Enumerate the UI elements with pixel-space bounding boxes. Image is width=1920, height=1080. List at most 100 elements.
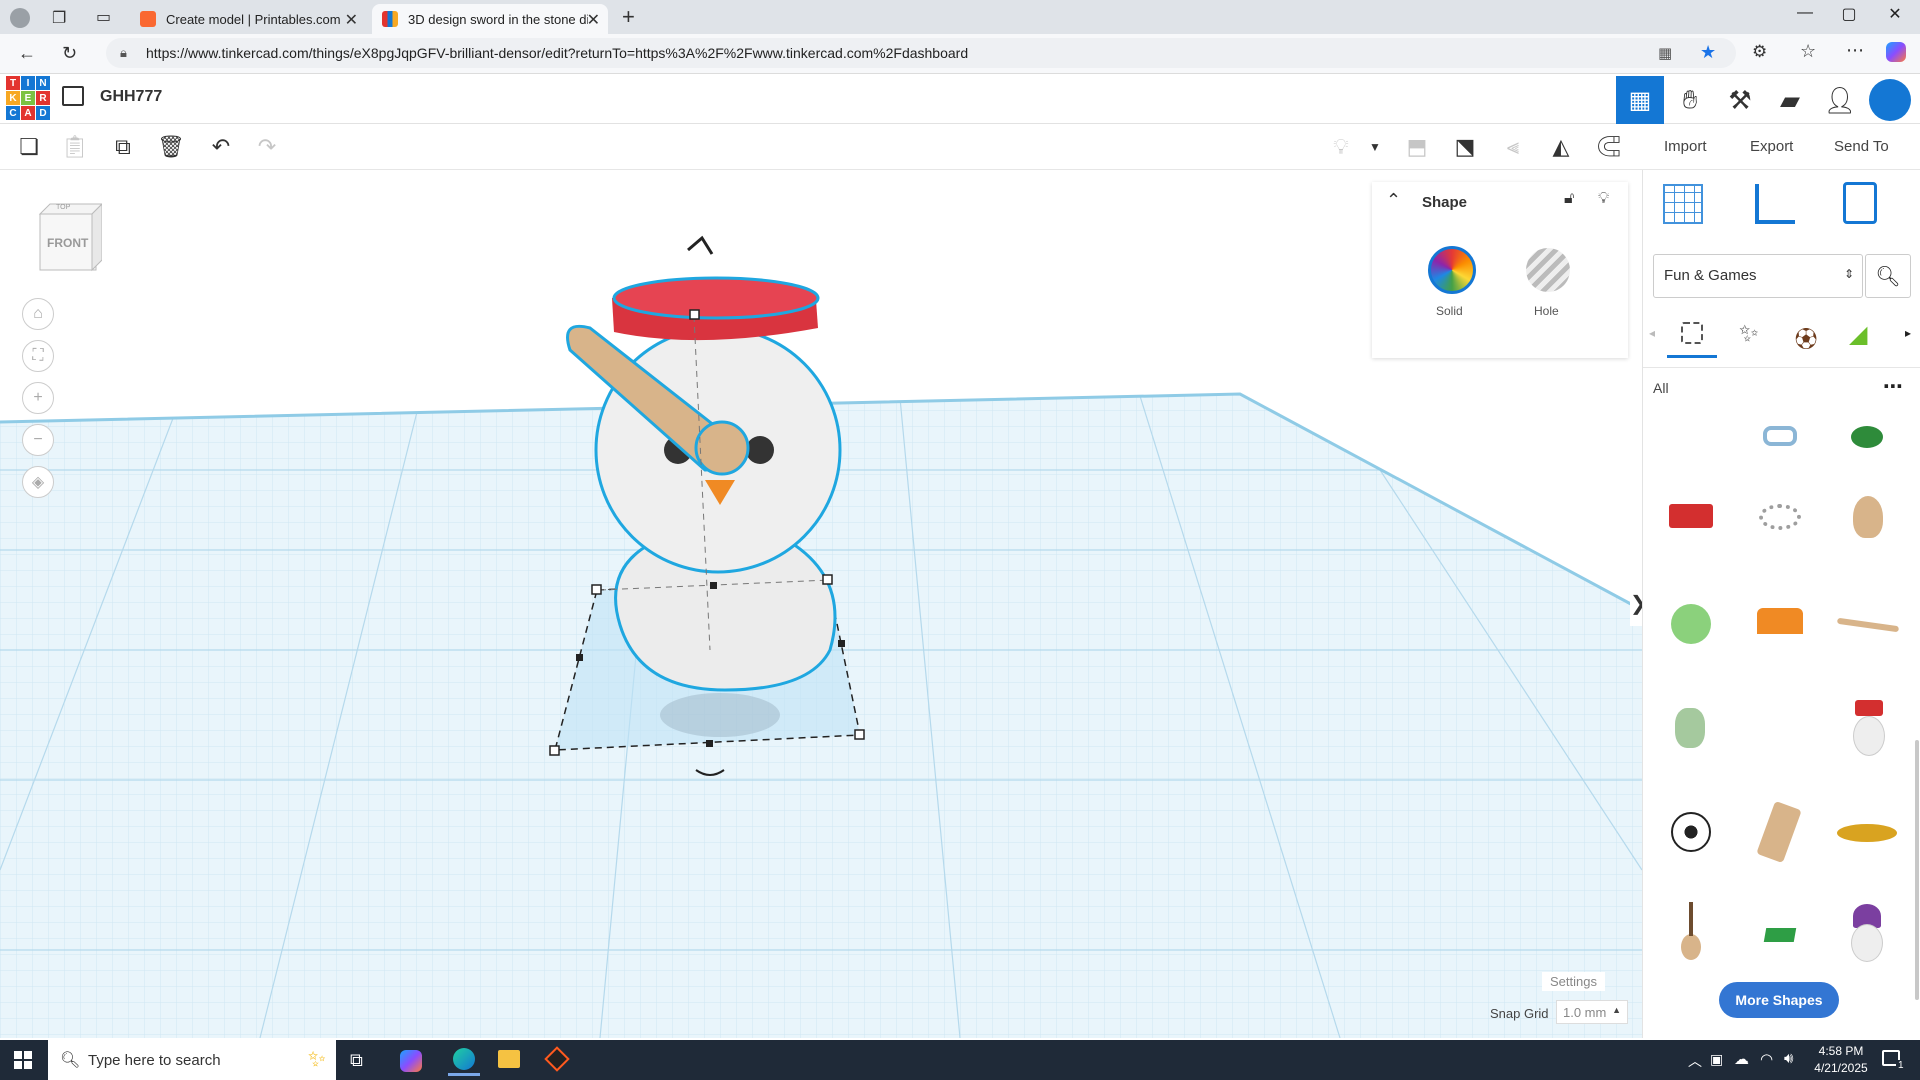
more-shapes-button[interactable]: More Shapes [1719, 982, 1839, 1018]
zoom-out-icon[interactable]: − [22, 424, 54, 456]
light-bulb-icon[interactable]: 💡︎ [1598, 190, 1609, 208]
lock-icon[interactable]: 🔓︎ [1564, 190, 1574, 208]
tray-device-icon[interactable]: ▣ [1710, 1051, 1723, 1068]
delete-icon[interactable]: 🗑︎ [156, 132, 186, 162]
onedrive-icon[interactable]: ☁︎ [1734, 1050, 1749, 1068]
favorites-icon[interactable]: ☆ [1800, 41, 1816, 62]
copilot-taskbar-icon[interactable] [400, 1050, 422, 1072]
chevron-right-icon[interactable]: ▸ [1905, 326, 1911, 340]
solid-color-button[interactable] [1428, 246, 1476, 294]
taskbar-date[interactable]: 4/21/2025 [1808, 1061, 1874, 1075]
shape-item[interactable] [1827, 474, 1909, 570]
shape-item[interactable] [1651, 412, 1733, 468]
shape-item[interactable] [1739, 786, 1821, 882]
shape-item[interactable] [1651, 786, 1733, 882]
favorite-star-icon[interactable]: ★ [1700, 42, 1716, 63]
more-menu-icon[interactable]: ⋯ [1846, 40, 1864, 61]
sim-lab-icon[interactable]: ▰ [1766, 76, 1814, 124]
align-icon[interactable]: ⫷ [1498, 132, 1528, 162]
3d-view-grid-icon[interactable]: ▦ [1616, 76, 1664, 124]
close-window-button[interactable]: ✕ [1872, 4, 1918, 24]
duplicate-icon[interactable]: ⧉ [108, 132, 138, 162]
category-select[interactable]: Fun & Games ⇕ [1653, 254, 1863, 298]
more-options-icon[interactable]: ⋯ [1883, 374, 1903, 399]
shape-item[interactable] [1739, 682, 1821, 778]
blocks-icon[interactable]: ✋︎ [1666, 76, 1714, 124]
collapse-library-arrow-icon[interactable]: ❯ [1630, 582, 1642, 626]
shape-item[interactable] [1827, 412, 1909, 468]
wifi-icon[interactable]: ◠ [1760, 1050, 1773, 1068]
volume-icon[interactable]: 🔊︎ [1784, 1050, 1793, 1067]
tab-actions-icon[interactable]: ▭ [96, 7, 111, 27]
shape-item[interactable] [1651, 890, 1733, 986]
chevron-up-icon[interactable]: ⌃ [1386, 190, 1401, 211]
view-cube[interactable]: TOP FRONT [36, 200, 104, 272]
snap-grid-select[interactable]: 1.0 mm ▲ [1556, 1000, 1628, 1024]
minimize-button[interactable]: — [1782, 4, 1828, 22]
windows-start-icon[interactable] [14, 1051, 32, 1069]
mirror-icon[interactable]: ◭ [1546, 132, 1576, 162]
project-name[interactable]: GHH777 [100, 88, 162, 106]
sports-balls-icon[interactable]: ⚽︎ [1795, 322, 1817, 354]
shape-item[interactable] [1827, 682, 1909, 778]
shape-item[interactable] [1739, 578, 1821, 674]
import-button[interactable]: Import [1656, 134, 1715, 159]
workplane-icon[interactable] [1663, 184, 1703, 224]
add-user-icon[interactable]: 👤︎ [1816, 76, 1864, 124]
home-view-icon[interactable]: ⌂ [22, 298, 54, 330]
task-view-icon[interactable]: ⧉ [350, 1050, 363, 1071]
shape-item[interactable] [1651, 474, 1733, 570]
shape-item[interactable] [1739, 474, 1821, 570]
profile-icon[interactable] [10, 8, 30, 28]
search-button[interactable]: 🔍︎ [1865, 254, 1911, 298]
perspective-icon[interactable]: ◈ [22, 466, 54, 498]
fit-view-icon[interactable]: ⛶ [22, 340, 54, 372]
tray-chevron-up-icon[interactable]: ︿ [1688, 1051, 1702, 1071]
file-explorer-icon[interactable] [498, 1050, 520, 1068]
new-tab-button[interactable]: + [622, 4, 635, 30]
group-icon[interactable]: ⬒ [1402, 132, 1432, 162]
extensions-icon[interactable]: ⚙︎ [1752, 42, 1767, 62]
close-icon[interactable]: ✕ [345, 10, 358, 30]
shape-item[interactable] [1739, 412, 1821, 468]
library-scrollbar[interactable] [1915, 740, 1919, 1000]
notes-icon[interactable] [1843, 182, 1877, 224]
avatar[interactable] [1866, 76, 1914, 124]
app-diamond-icon[interactable] [544, 1046, 570, 1072]
design-list-icon[interactable] [62, 86, 84, 106]
taskbar-search-input[interactable]: 🔍︎ Type here to search ✨︎ [48, 1040, 336, 1080]
refresh-icon[interactable]: ↻ [62, 43, 77, 64]
light-bulb-icon[interactable]: 💡︎ [1326, 132, 1356, 162]
redo-icon[interactable]: ↷ [252, 132, 282, 162]
shape-item[interactable] [1739, 890, 1821, 986]
wand-icon[interactable]: ✨︎ [1739, 320, 1759, 348]
tinkercad-logo[interactable]: T I N K E R C A D [6, 76, 50, 120]
back-arrow-icon[interactable]: ← [18, 43, 36, 64]
export-button[interactable]: Export [1742, 134, 1801, 159]
send-to-button[interactable]: Send To [1826, 134, 1897, 159]
chevron-left-icon[interactable]: ◂ [1649, 326, 1655, 340]
chevron-down-icon[interactable]: ▼ [1360, 132, 1390, 162]
paste-icon[interactable]: 📋︎ [60, 132, 90, 162]
shape-item[interactable] [1827, 786, 1909, 882]
close-icon[interactable]: ✕ [587, 10, 600, 30]
zoom-in-icon[interactable]: + [22, 382, 54, 414]
reader-view-icon[interactable]: ▦ [1658, 44, 1672, 62]
tab-printables[interactable]: Create model | Printables.com ✕ [130, 4, 366, 34]
taskbar-time[interactable]: 4:58 PM [1808, 1044, 1874, 1058]
undo-icon[interactable]: ↶ [206, 132, 236, 162]
edge-browser-icon[interactable] [448, 1044, 480, 1076]
shape-item[interactable] [1827, 890, 1909, 986]
magnet-icon[interactable]: 🧲︎ [1594, 132, 1624, 162]
shape-item[interactable] [1827, 578, 1909, 674]
shape-item[interactable] [1651, 682, 1733, 778]
all-shapes-icon[interactable] [1667, 312, 1717, 358]
copilot-icon[interactable] [1886, 42, 1906, 62]
shape-item[interactable] [1651, 578, 1733, 674]
copy-icon[interactable]: ❏ [14, 132, 44, 162]
ungroup-icon[interactable]: ⬔ [1450, 132, 1480, 162]
ruler-icon[interactable] [1755, 184, 1795, 224]
lock-icon[interactable]: 🔒︎ [120, 45, 127, 61]
url-field[interactable]: 🔒︎ https://www.tinkercad.com/things/eX8p… [106, 38, 1736, 68]
tab-tinkercad[interactable]: 3D design sword in the stone dic ✕ [372, 4, 608, 34]
